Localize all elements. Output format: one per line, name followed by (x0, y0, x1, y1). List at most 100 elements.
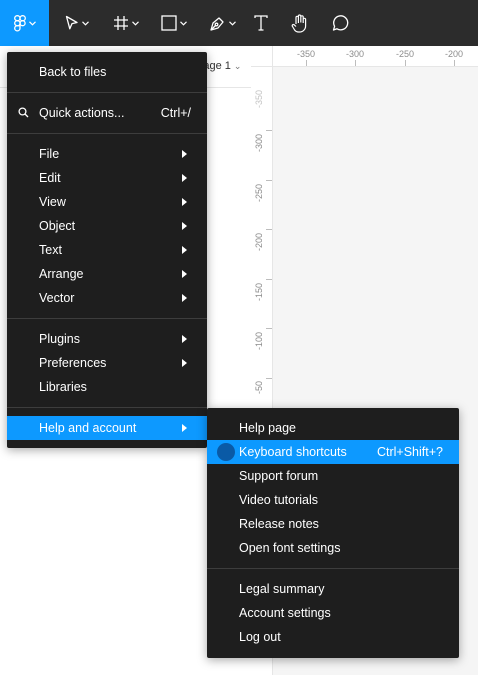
submenu-arrow-icon (182, 359, 187, 367)
menu-item-vector[interactable]: Vector (7, 286, 207, 310)
menu-item-open-font-settings[interactable]: Open font settings (207, 536, 459, 560)
ruler-tick-label: -200 (254, 232, 264, 251)
toolbar (0, 0, 478, 46)
move-tool-icon (65, 15, 79, 31)
ruler-tick-label: -150 (254, 282, 264, 301)
menu-item-text[interactable]: Text (7, 238, 207, 262)
menu-item-plugins[interactable]: Plugins (7, 327, 207, 351)
menu-item-label: Open font settings (239, 541, 341, 555)
chevron-down-icon (82, 20, 89, 26)
ruler-tick-label: -300 (345, 49, 365, 59)
submenu-arrow-icon (182, 198, 187, 206)
main-menu: Back to files Quick actions... Ctrl+/ Fi… (7, 52, 207, 448)
menu-divider (207, 568, 459, 569)
menu-item-label: File (39, 147, 60, 161)
ruler-tick-label: -50 (254, 380, 264, 394)
text-tool-icon (254, 15, 268, 31)
menu-item-label: Quick actions... (39, 106, 125, 120)
menu-item-label: View (39, 195, 66, 209)
menu-item-libraries[interactable]: Libraries (7, 375, 207, 399)
menu-item-arrange[interactable]: Arrange (7, 262, 207, 286)
menu-item-video-tutorials[interactable]: Video tutorials (207, 488, 459, 512)
menu-item-keyboard-shortcuts[interactable]: Keyboard shortcuts Ctrl+Shift+? (207, 440, 459, 464)
hand-tool-icon (291, 13, 309, 33)
menu-item-legal-summary[interactable]: Legal summary (207, 577, 459, 601)
menu-item-label: Edit (39, 171, 61, 185)
frame-tool-button[interactable] (106, 0, 146, 46)
horizontal-ruler: -350 -300 -250 -200 (251, 46, 478, 67)
menu-divider (7, 133, 207, 134)
menu-item-label: Help page (239, 421, 296, 435)
shape-tool-icon (161, 15, 177, 31)
ruler-tick-label: -250 (254, 183, 264, 202)
menu-item-label: Account settings (239, 606, 331, 620)
submenu-arrow-icon (182, 335, 187, 343)
menu-item-label: Support forum (239, 469, 319, 483)
menu-item-preferences[interactable]: Preferences (7, 351, 207, 375)
ruler-tick-label: -350 (296, 49, 316, 59)
menu-item-label: Back to files (39, 65, 107, 79)
ruler-tick-label: -300 (254, 133, 264, 152)
chevron-down-icon: ⌄ (233, 61, 242, 71)
search-icon (18, 107, 29, 121)
menu-divider (7, 407, 207, 408)
cursor-indicator (217, 443, 235, 461)
menu-item-shortcut: Ctrl+Shift+? (376, 445, 443, 459)
ruler-tick-label: -200 (444, 49, 464, 59)
pen-tool-button[interactable] (202, 0, 242, 46)
ruler-corner (251, 46, 273, 67)
menu-divider (7, 92, 207, 93)
chevron-down-icon (132, 20, 139, 26)
help-submenu: Help page Keyboard shortcuts Ctrl+Shift+… (207, 408, 459, 658)
menu-item-label: Object (39, 219, 76, 233)
menu-item-log-out[interactable]: Log out (207, 625, 459, 649)
ruler-tick-label: -100 (254, 331, 264, 350)
menu-item-quick-actions[interactable]: Quick actions... Ctrl+/ (7, 101, 207, 125)
menu-item-label: Video tutorials (239, 493, 318, 507)
menu-item-label: Preferences (39, 356, 107, 370)
submenu-arrow-icon (182, 174, 187, 182)
menu-item-view[interactable]: View (7, 190, 207, 214)
hand-tool-button[interactable] (288, 0, 312, 46)
menu-item-label: Arrange (39, 267, 84, 281)
shape-tool-button[interactable] (154, 0, 194, 46)
menu-item-shortcut: Ctrl+/ (160, 106, 191, 120)
menu-item-help-and-account[interactable]: Help and account (7, 416, 207, 440)
menu-item-label: Text (39, 243, 62, 257)
menu-item-account-settings[interactable]: Account settings (207, 601, 459, 625)
menu-item-back-to-files[interactable]: Back to files (7, 60, 207, 84)
menu-item-label: Plugins (39, 332, 80, 346)
menu-item-object[interactable]: Object (7, 214, 207, 238)
move-tool-button[interactable] (57, 0, 97, 46)
menu-item-label: Libraries (39, 380, 87, 394)
menu-item-label: Release notes (239, 517, 319, 531)
ruler-tick-label: -250 (395, 49, 415, 59)
chevron-down-icon (228, 20, 236, 26)
menu-item-help-page[interactable]: Help page (207, 416, 459, 440)
chevron-down-icon (28, 20, 36, 26)
comment-tool-button[interactable] (328, 0, 352, 46)
menu-item-support-forum[interactable]: Support forum (207, 464, 459, 488)
main-menu-button[interactable] (0, 0, 49, 46)
menu-item-label: Keyboard shortcuts (239, 445, 347, 459)
menu-item-release-notes[interactable]: Release notes (207, 512, 459, 536)
ruler-tick-label: -350 (254, 89, 264, 108)
submenu-arrow-icon (182, 222, 187, 230)
menu-item-edit[interactable]: Edit (7, 166, 207, 190)
menu-item-label: Log out (239, 630, 281, 644)
submenu-arrow-icon (182, 150, 187, 158)
chevron-down-icon (180, 20, 187, 26)
menu-divider (7, 318, 207, 319)
submenu-arrow-icon (182, 246, 187, 254)
menu-item-label: Legal summary (239, 582, 325, 596)
menu-item-file[interactable]: File (7, 142, 207, 166)
submenu-arrow-icon (182, 270, 187, 278)
comment-tool-icon (331, 14, 349, 32)
menu-item-label: Help and account (39, 421, 137, 435)
pen-tool-icon (209, 15, 226, 32)
figma-logo-icon (13, 14, 26, 32)
submenu-arrow-icon (182, 294, 187, 302)
text-tool-button[interactable] (250, 0, 272, 46)
menu-item-label: Vector (39, 291, 75, 305)
submenu-arrow-icon (182, 424, 187, 432)
